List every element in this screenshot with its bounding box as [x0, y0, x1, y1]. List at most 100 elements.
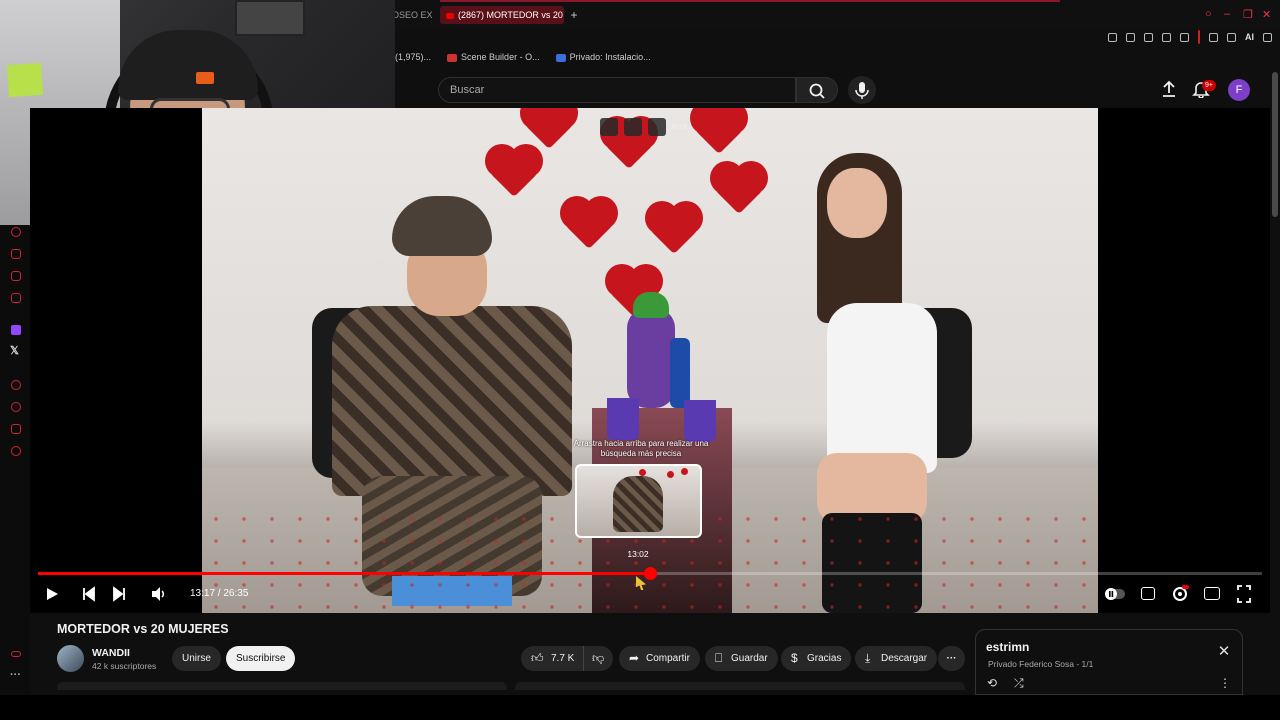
scene-builder-icon: [447, 53, 458, 62]
skip-icon[interactable]: [648, 118, 666, 136]
balloon-heart: [564, 200, 614, 250]
notifications-badge: 9+: [1202, 80, 1216, 91]
ai-button[interactable]: AI: [1245, 32, 1254, 42]
popout-icon[interactable]: [600, 118, 618, 136]
shield-icon[interactable]: [1144, 32, 1153, 42]
progress-bar[interactable]: [38, 567, 1262, 580]
browser-toolbar-icons: AI: [1108, 30, 1272, 44]
progress-scrubber[interactable]: [643, 567, 657, 580]
previous-button[interactable]: [80, 582, 96, 606]
share-icon: ➦: [629, 651, 640, 665]
seek-preview-time: 13:02: [627, 549, 649, 559]
close-playlist-icon[interactable]: ✕: [1216, 644, 1232, 660]
time-display: 13:17 / 26:35: [190, 588, 249, 599]
thumbs-down-icon: 👎︎: [592, 651, 605, 665]
bookmark-save-icon: ⎕: [715, 651, 723, 665]
page-scrollbar[interactable]: [1272, 72, 1278, 217]
messenger-icon[interactable]: [11, 271, 21, 281]
play-icon[interactable]: [1162, 32, 1171, 42]
toolbar-separator: [1198, 30, 1200, 44]
search-button[interactable]: [796, 77, 838, 103]
screenshot-icon[interactable]: [1126, 32, 1135, 42]
autoplay-toggle[interactable]: [1104, 582, 1126, 606]
bag-icon[interactable]: [11, 249, 21, 259]
extensions-icon[interactable]: [11, 424, 21, 434]
settings-gear-icon[interactable]: [1171, 582, 1189, 606]
bookmarks-bar: (1,975)... Scene Builder - O... Privado:…: [395, 52, 651, 66]
subtitles-icon[interactable]: [1141, 587, 1155, 600]
like-button[interactable]: 👍︎ 7.7 K: [521, 646, 583, 671]
person-right-face: [827, 168, 887, 238]
miniplayer-icon[interactable]: [1204, 587, 1220, 600]
comment-box-edge: [515, 682, 965, 690]
wall-picture: [235, 0, 305, 36]
balloon-heart: [524, 108, 574, 150]
channel-avatar[interactable]: [57, 645, 84, 672]
voice-search-button[interactable]: [848, 76, 876, 104]
cup: [607, 398, 639, 440]
history-icon[interactable]: [11, 402, 21, 412]
balloon-heart: [489, 148, 539, 198]
bookmark-icon[interactable]: [1108, 32, 1117, 42]
bookmark-item[interactable]: (1,975)...: [395, 52, 431, 66]
player-icon[interactable]: [11, 380, 21, 390]
tab-previous[interactable]: OSEO EX: [392, 6, 436, 24]
share-label: Compartir: [646, 653, 690, 664]
thanks-button[interactable]: $ Gracias: [781, 646, 852, 671]
more-actions-button[interactable]: ···: [938, 646, 965, 671]
playlist-meta: Privado Federico Sosa - 1/1: [988, 659, 1094, 669]
bookmark-label: Scene Builder - O...: [461, 52, 540, 62]
bookmark-item[interactable]: Privado: Instalacio...: [555, 52, 651, 66]
volume-button[interactable]: [150, 582, 166, 606]
thanks-dollar-icon: $: [791, 651, 798, 665]
twitch-icon[interactable]: [11, 325, 21, 335]
minimize-icon[interactable]: –: [1224, 8, 1230, 20]
mail-icon[interactable]: [11, 293, 21, 303]
close-window-icon[interactable]: ✕: [1262, 8, 1271, 21]
next-button[interactable]: [112, 582, 128, 606]
save-button[interactable]: ⎕ Guardar: [705, 646, 778, 671]
search-input[interactable]: Buscar: [438, 77, 796, 103]
seek-preview-thumbnail: [575, 464, 702, 538]
bookmark-item[interactable]: Scene Builder - O...: [447, 52, 540, 66]
new-tab-button[interactable]: +: [568, 6, 580, 24]
enter-icon[interactable]: [624, 118, 642, 136]
channel-name[interactable]: WANDII: [92, 647, 130, 659]
heart-icon[interactable]: [1180, 32, 1189, 42]
tab-active[interactable]: (2867) MORTEDOR vs 20 M: [440, 6, 564, 24]
restore-icon[interactable]: ❐: [1243, 8, 1253, 21]
fullscreen-icon[interactable]: [1236, 582, 1252, 606]
account-icon[interactable]: [1209, 32, 1218, 42]
dislike-button[interactable]: 👎︎: [583, 646, 613, 671]
subscriber-count: 42 k suscriptores: [92, 661, 157, 671]
description-box-edge: [57, 682, 507, 690]
gx-logo-icon[interactable]: [11, 651, 21, 657]
thanks-label: Gracias: [807, 653, 842, 664]
subscribe-button[interactable]: Suscribirse: [226, 646, 296, 671]
create-upload-icon[interactable]: [1160, 80, 1178, 98]
thumbnail-heart: [681, 468, 688, 475]
download-button[interactable]: ⤓ Descargar: [855, 646, 938, 671]
youtube-favicon-icon: [446, 12, 454, 19]
playlist-menu-icon[interactable]: ⋮: [1219, 676, 1231, 690]
join-button[interactable]: Unirse: [172, 646, 221, 671]
search-tabs-icon[interactable]: ○: [1205, 8, 1212, 20]
share-button[interactable]: ➦ Compartir: [619, 646, 700, 671]
account-avatar[interactable]: F: [1228, 79, 1250, 101]
sync-icon[interactable]: [11, 227, 21, 237]
person-left-shirt: [332, 306, 572, 496]
rgx-label[interactable]: RGX: [672, 124, 687, 131]
more-icon[interactable]: ···: [10, 669, 21, 681]
playlist-title[interactable]: estrimn: [986, 640, 1029, 654]
settings-icon[interactable]: [11, 446, 21, 456]
tab-active-label: (2867) MORTEDOR vs 20 M: [458, 10, 564, 20]
x-icon[interactable]: 𝕏: [10, 344, 19, 357]
site-icon: [555, 53, 566, 62]
download-icon[interactable]: [1227, 32, 1236, 42]
video-title: MORTEDOR vs 20 MUJERES: [57, 622, 229, 636]
loop-icon[interactable]: ⟲: [987, 676, 997, 690]
save-label: Guardar: [731, 653, 768, 664]
menu-icon[interactable]: [1263, 32, 1272, 42]
shuffle-icon[interactable]: ⤮: [1014, 676, 1024, 691]
play-button[interactable]: [44, 582, 60, 606]
